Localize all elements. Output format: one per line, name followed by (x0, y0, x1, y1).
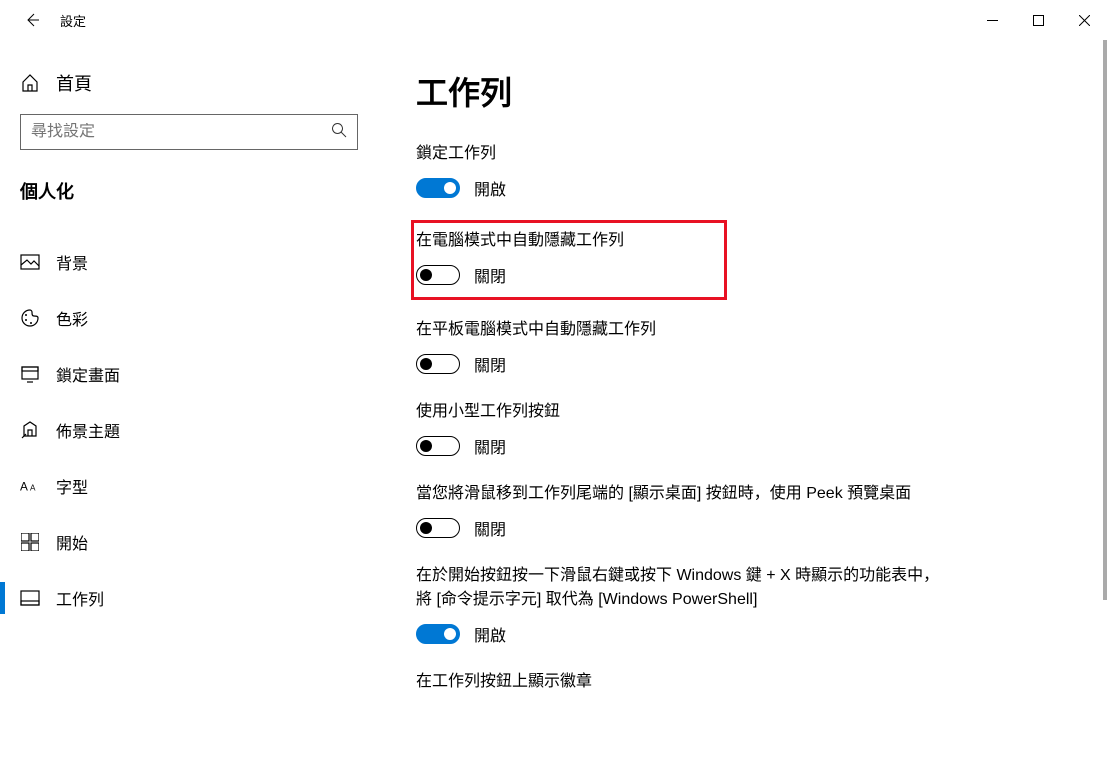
setting-show-badges: 在工作列按鈕上顯示徽章 (416, 670, 1067, 694)
minimize-button[interactable] (969, 4, 1015, 36)
setting-label: 當您將滑鼠移到工作列尾端的 [顯示桌面] 按鈕時，使用 Peek 預覽桌面 (416, 482, 916, 506)
sidebar-item-label: 工作列 (56, 586, 104, 610)
taskbar-icon (20, 588, 40, 608)
sidebar-item-label: 字型 (56, 474, 88, 498)
search-box[interactable] (20, 114, 358, 150)
sidebar-item-label: 佈景主題 (56, 418, 120, 442)
toggle-state: 開啟 (474, 176, 506, 200)
sidebar-item-colors[interactable]: 色彩 (20, 290, 390, 346)
sidebar-item-taskbar[interactable]: 工作列 (20, 570, 390, 626)
maximize-button[interactable] (1015, 4, 1061, 36)
sidebar-item-label: 色彩 (56, 306, 88, 330)
scrollbar-thumb[interactable] (1103, 40, 1107, 600)
setting-autohide-tablet: 在平板電腦模式中自動隱藏工作列 關閉 (416, 318, 1067, 376)
toggle-replace-cmd-powershell[interactable] (416, 624, 460, 644)
home-icon (20, 73, 40, 93)
toggle-state: 關閉 (474, 352, 506, 376)
scrollbar[interactable] (1099, 40, 1107, 754)
sidebar-item-label: 開始 (56, 530, 88, 554)
sidebar-item-background[interactable]: 背景 (20, 234, 390, 290)
setting-lock-taskbar: 鎖定工作列 開啟 (416, 142, 1067, 200)
sidebar-item-lockscreen[interactable]: 鎖定畫面 (20, 346, 390, 402)
category-title: 個人化 (20, 178, 390, 204)
image-icon (20, 252, 40, 272)
main-content: 工作列 鎖定工作列 開啟 在電腦模式中自動隱藏工作列 關閉 在平 (390, 40, 1107, 757)
toggle-autohide-desktop[interactable] (416, 265, 460, 285)
setting-autohide-desktop: 在電腦模式中自動隱藏工作列 關閉 (416, 229, 714, 287)
toggle-state: 關閉 (474, 516, 506, 540)
home-nav[interactable]: 首頁 (20, 60, 390, 114)
window-title: 設定 (60, 11, 86, 30)
start-icon (20, 532, 40, 552)
toggle-peek-preview[interactable] (416, 518, 460, 538)
toggle-lock-taskbar[interactable] (416, 178, 460, 198)
setting-label: 鎖定工作列 (416, 142, 1067, 166)
search-input[interactable] (31, 123, 331, 141)
close-button[interactable] (1061, 4, 1107, 36)
window-titlebar: 設定 (0, 0, 1107, 40)
setting-small-buttons: 使用小型工作列按鈕 關閉 (416, 400, 1067, 458)
back-button[interactable] (16, 4, 48, 36)
setting-label: 在工作列按鈕上顯示徽章 (416, 670, 1067, 694)
search-icon (331, 122, 347, 143)
setting-replace-cmd-powershell: 在於開始按鈕按一下滑鼠右鍵或按下 Windows 鍵 + X 時顯示的功能表中，… (416, 564, 1067, 646)
page-title: 工作列 (416, 68, 1067, 114)
svg-text:A: A (20, 480, 28, 494)
font-icon: AA (20, 476, 40, 496)
lock-screen-icon (20, 364, 40, 384)
svg-text:A: A (30, 484, 36, 493)
setting-peek-preview: 當您將滑鼠移到工作列尾端的 [顯示桌面] 按鈕時，使用 Peek 預覽桌面 關閉 (416, 482, 1067, 540)
palette-icon (20, 308, 40, 328)
theme-icon (20, 420, 40, 440)
sidebar-item-label: 背景 (56, 250, 88, 274)
setting-label: 在平板電腦模式中自動隱藏工作列 (416, 318, 1067, 342)
home-label: 首頁 (56, 70, 92, 96)
setting-label: 在於開始按鈕按一下滑鼠右鍵或按下 Windows 鍵 + X 時顯示的功能表中，… (416, 564, 946, 612)
toggle-autohide-tablet[interactable] (416, 354, 460, 374)
toggle-small-buttons[interactable] (416, 436, 460, 456)
toggle-state: 關閉 (474, 263, 506, 287)
toggle-state: 開啟 (474, 622, 506, 646)
setting-label: 在電腦模式中自動隱藏工作列 (416, 229, 714, 253)
setting-label: 使用小型工作列按鈕 (416, 400, 1067, 424)
sidebar-item-start[interactable]: 開始 (20, 514, 390, 570)
sidebar-item-label: 鎖定畫面 (56, 362, 120, 386)
toggle-state: 關閉 (474, 434, 506, 458)
highlighted-setting: 在電腦模式中自動隱藏工作列 關閉 (411, 220, 727, 300)
sidebar-item-themes[interactable]: 佈景主題 (20, 402, 390, 458)
sidebar: 首頁 個人化 背景 色彩 (0, 40, 390, 757)
sidebar-item-fonts[interactable]: AA 字型 (20, 458, 390, 514)
